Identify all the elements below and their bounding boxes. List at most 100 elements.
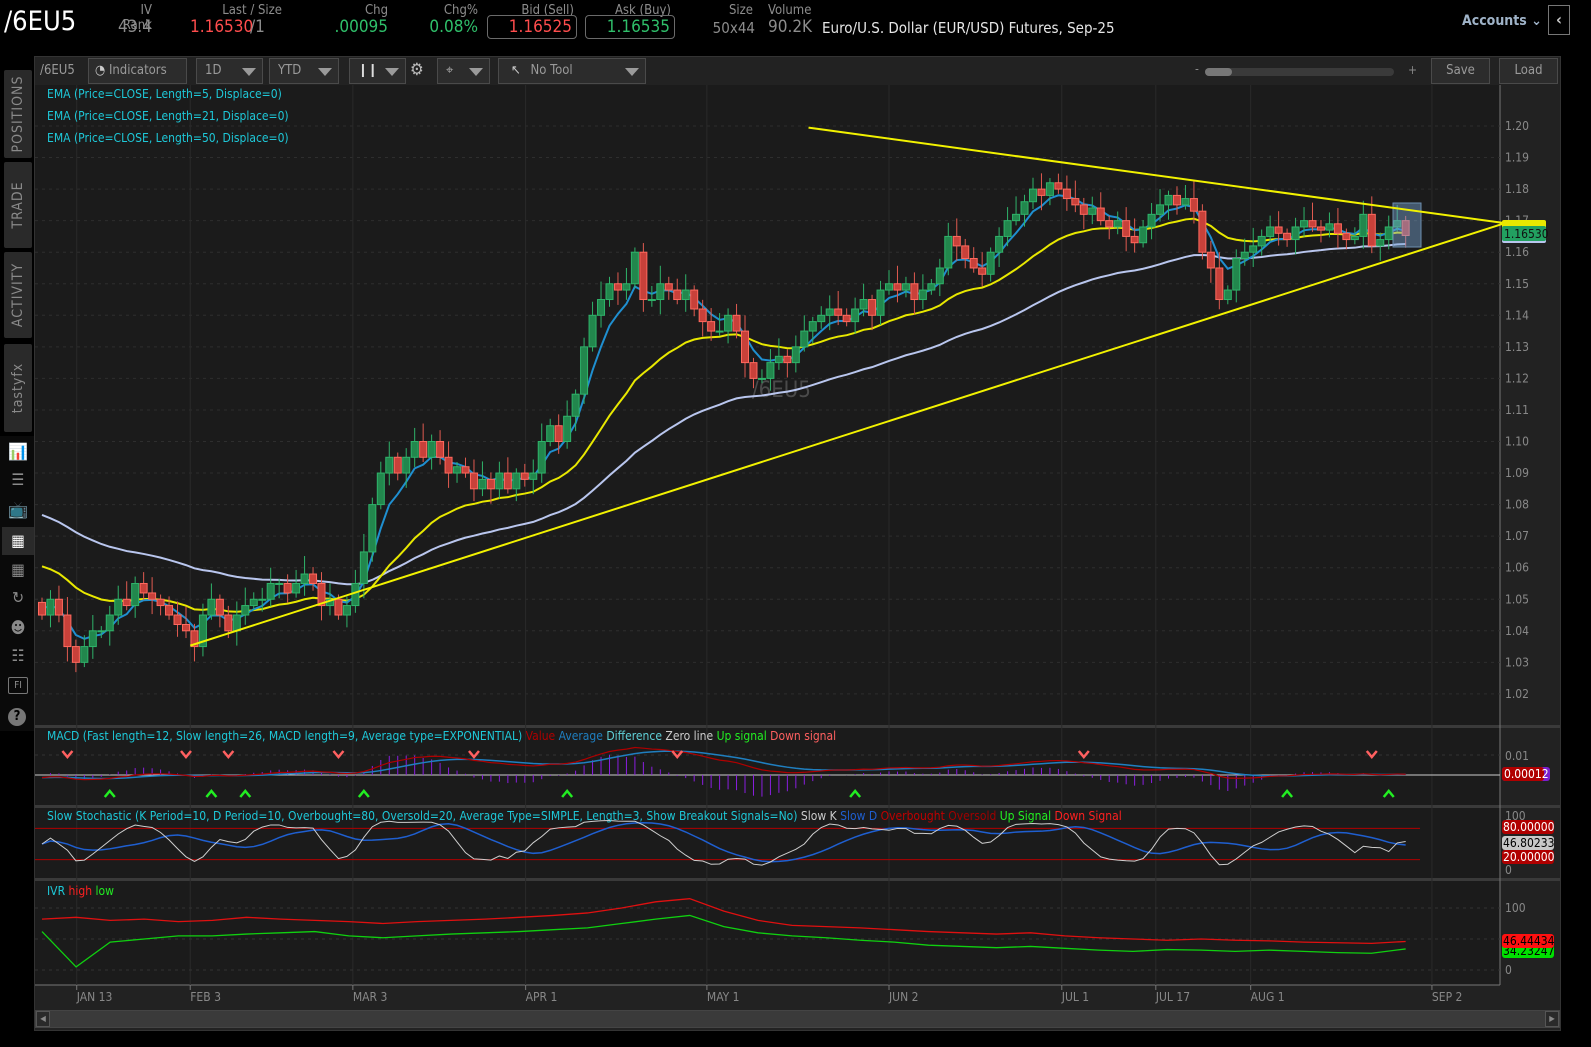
candle [613,283,622,291]
candle [385,456,394,474]
macd-legend-average: Average [558,729,603,743]
candle [800,330,809,348]
candle [512,472,521,490]
candle [258,598,267,601]
candle [368,504,377,553]
candle [181,623,190,632]
candle [1325,223,1334,231]
candle [537,441,546,474]
candle [935,267,944,285]
candle [165,605,174,616]
candle [724,314,733,332]
candle [1054,182,1063,190]
candle [715,330,724,333]
candle [402,456,411,474]
candle [1300,220,1309,228]
date-tick-label: MAR 3 [353,990,388,1004]
price-tick-label: 1.06 [1505,561,1529,575]
candle [1003,220,1012,237]
stoch-legend-d: Slow D [840,809,878,823]
macd-legend: MACD (Fast length=12, Slow length=26, MA… [47,729,836,743]
candle [38,601,46,616]
candle [283,582,292,594]
candle [783,355,792,364]
ema50-legend: EMA (Price=CLOSE, Length=50, Displace=0) [47,131,289,145]
candle [1062,188,1071,200]
candle [54,598,63,616]
price-tick-label: 1.20 [1505,119,1529,133]
candle [1164,194,1173,206]
candle [1113,220,1122,228]
candle [952,235,961,247]
candle [995,235,1004,253]
price-tick-label: 1.15 [1505,277,1529,291]
candle [300,573,309,584]
candle [893,283,902,291]
candle [469,472,478,490]
candle [1079,204,1088,215]
candle [215,598,224,616]
candle [605,283,614,301]
candle [114,598,123,616]
candle [851,308,860,323]
ivr-tick-0: 0 [1505,963,1512,977]
scroll-left-button[interactable]: ◀ [36,1011,50,1027]
macd-tick-label: 0.01 [1505,749,1529,763]
price-tick-label: 1.02 [1505,687,1529,701]
candle [1215,267,1224,301]
candle [359,551,368,584]
candle [961,245,970,260]
price-tick-label: 1.13 [1505,340,1529,354]
stoch-legend: Slow Stochastic (K Period=10, D Period=1… [47,809,1122,823]
date-tick-label: FEB 3 [190,990,221,1004]
candle [97,630,106,633]
candle [131,582,140,607]
candle [427,441,436,458]
candle [63,614,72,648]
stoch-legend-k: Slow K [800,809,837,823]
candle [1240,251,1249,260]
candle [639,251,648,301]
candle [1156,204,1165,215]
candle [1359,213,1368,237]
candle [88,630,97,648]
horizontal-scrollbar[interactable]: ◀ ▶ [35,1010,1560,1028]
candle [1384,226,1393,241]
price-tick-label: 1.19 [1505,151,1529,165]
stoch-overbought-value: 80.00000 [1503,820,1555,834]
candle [1316,226,1325,231]
price-tick-label: 1.12 [1505,371,1529,385]
price-tick-label: 1.09 [1505,466,1529,480]
scroll-right-button[interactable]: ▶ [1545,1011,1559,1027]
candle [1342,232,1351,241]
symbol-watermark: /6EU5 [752,378,811,403]
candle [444,456,453,474]
candle [334,598,343,616]
candle [597,299,606,316]
chart-canvas[interactable]: /6EU5 1.201.191.181.171.161.151.141.131.… [0,0,1591,1047]
candle [1139,226,1148,244]
candle [292,582,301,594]
candle [910,283,919,301]
ivr-legend-low: low [95,884,114,898]
candle [309,573,318,584]
candle [918,289,927,301]
candle [241,605,250,616]
candle [46,598,55,616]
price-tick-label: 1.18 [1505,182,1529,196]
candle [978,267,987,275]
candle [757,377,766,380]
candle [393,456,402,474]
candle [1274,226,1283,234]
price-tick-label: 1.07 [1505,529,1529,543]
candle [71,646,80,663]
stoch-title: Slow Stochastic (K Period=10, D Period=1… [47,809,798,823]
candle [1037,188,1046,196]
candle [1028,188,1037,203]
candle [139,582,148,594]
candle [1181,198,1190,206]
candle [580,346,589,395]
candle [681,289,690,301]
stoch-legend-up: Up Signal [999,809,1052,823]
candle [690,289,699,310]
